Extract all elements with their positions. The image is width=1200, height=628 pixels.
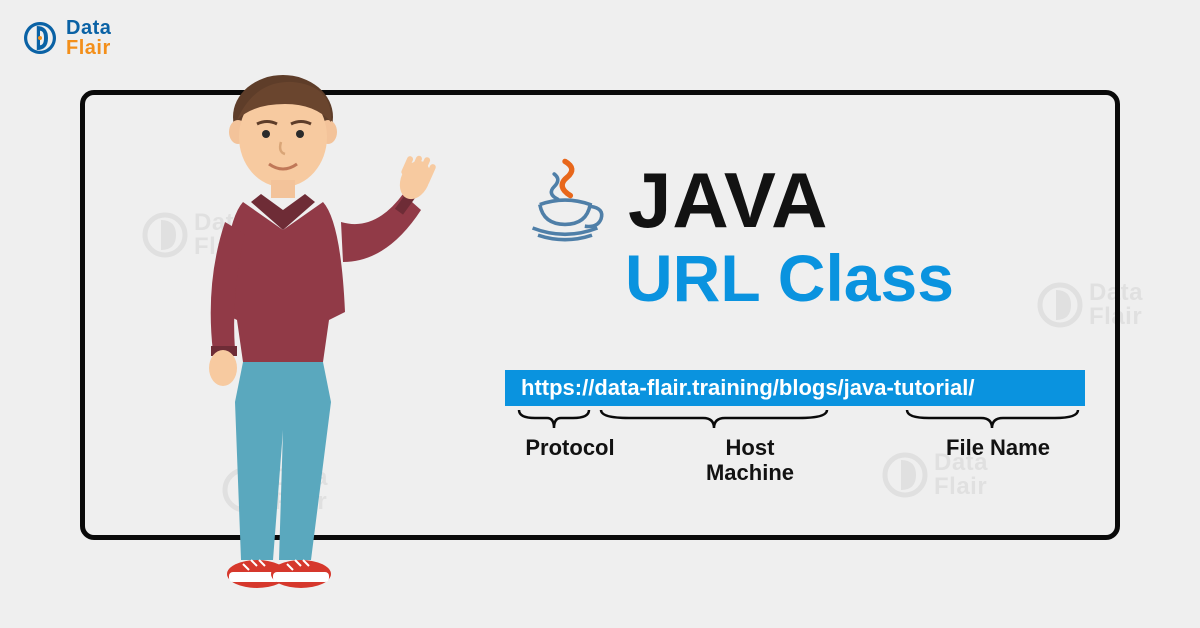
dataflair-logo-icon [20,18,60,58]
brand-logo: Data Flair [20,18,111,58]
java-cup-icon [520,156,610,246]
label-host: Host Machine [665,435,835,486]
title-sub: URL Class [625,240,1120,316]
logo-text-data: Data [66,18,111,38]
label-file: File Name [923,435,1073,461]
logo-text-flair: Flair [66,38,111,58]
label-protocol: Protocol [515,435,625,461]
presenter-illustration [165,62,445,602]
url-example: https://data-flair.training/blogs/java-t… [505,370,1085,406]
title-block: JAVA URL Class [520,155,1120,316]
title-main: JAVA [628,155,829,246]
